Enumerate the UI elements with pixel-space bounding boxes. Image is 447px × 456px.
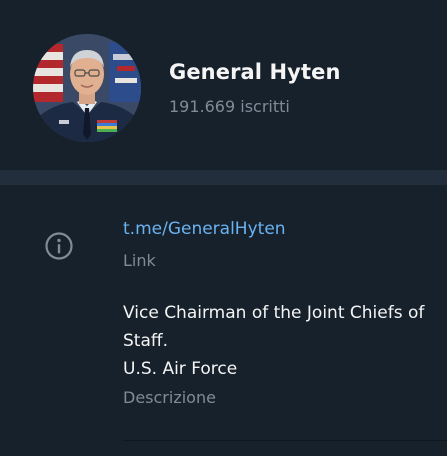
description-caption: Descrizione bbox=[123, 388, 216, 407]
row-separator bbox=[123, 440, 447, 441]
description-line: U.S. Air Force bbox=[123, 359, 238, 379]
description-line: Vice Chairman of the Joint Chiefs of Sta… bbox=[123, 303, 425, 351]
link-caption: Link bbox=[123, 251, 156, 270]
channel-info-section: t.me/GeneralHyten Link Vice Chairman of … bbox=[0, 185, 447, 456]
channel-description: Vice Chairman of the Joint Chiefs of Sta… bbox=[123, 299, 433, 383]
channel-header: General Hyten 191.669 iscritti bbox=[0, 0, 447, 170]
subscriber-count: 191.669 iscritti bbox=[169, 97, 290, 116]
profile-photo-icon bbox=[33, 34, 141, 142]
section-divider bbox=[0, 170, 447, 185]
channel-link[interactable]: t.me/GeneralHyten bbox=[123, 219, 286, 239]
channel-name: General Hyten bbox=[169, 60, 341, 84]
info-icon bbox=[45, 232, 73, 260]
channel-avatar[interactable] bbox=[33, 34, 141, 142]
